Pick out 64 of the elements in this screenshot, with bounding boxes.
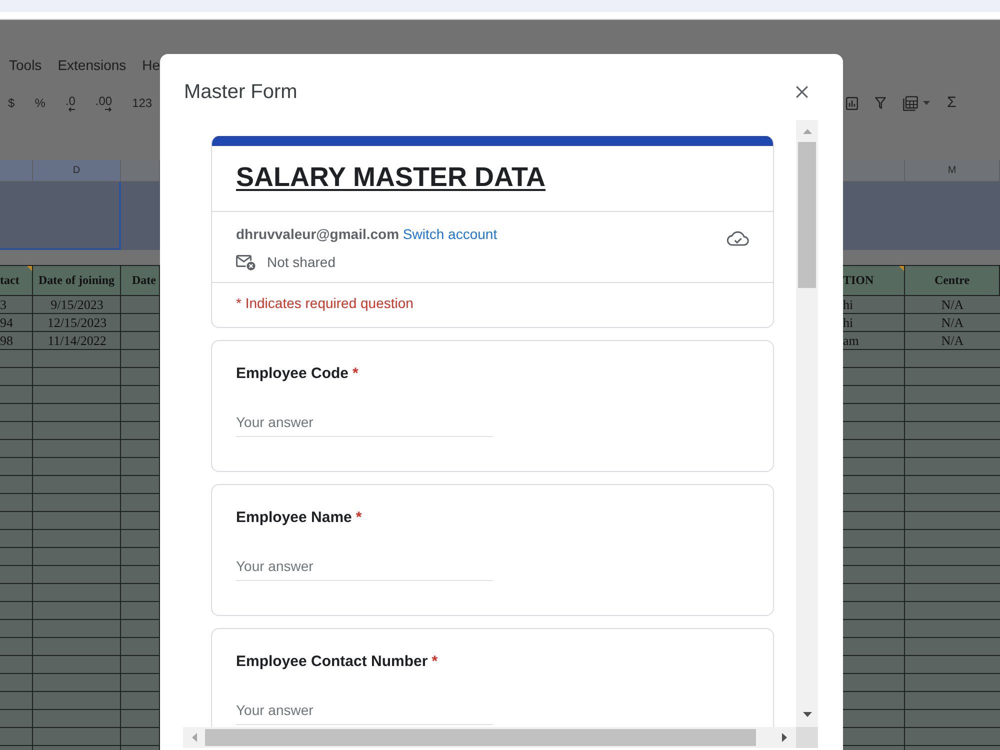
table-cell-text: N/A <box>940 314 965 332</box>
sharing-status: Not shared <box>267 254 336 270</box>
scroll-right-icon[interactable] <box>782 733 787 742</box>
answer-field[interactable]: Your answer <box>236 695 493 725</box>
dialog-title: Master Form <box>184 80 298 104</box>
bar-chart-icon <box>846 96 858 110</box>
insert-chart-button[interactable] <box>846 96 858 110</box>
column-title: Date <box>132 273 156 288</box>
table-cell-text: N/A <box>940 296 965 314</box>
table-cell-text: hi <box>843 314 854 332</box>
menu-item[interactable]: Extensions <box>58 56 126 74</box>
arrow-left-icon <box>68 107 76 112</box>
answer-field[interactable]: Your answer <box>236 551 493 581</box>
column-title: TION <box>843 273 874 288</box>
column-title: tact <box>0 273 20 288</box>
scrollbar-thumb[interactable] <box>798 142 816 288</box>
table-cell-text: 12/15/2023 <box>46 314 108 332</box>
table-cell-text: N/A <box>940 332 965 350</box>
switch-account-link[interactable]: Switch account <box>402 226 498 242</box>
table-icon <box>903 96 918 110</box>
column-title: Date of joining <box>38 273 114 288</box>
horizontal-scrollbar[interactable] <box>183 727 796 748</box>
column-header[interactable]: D <box>33 160 121 181</box>
toolbar-button[interactable]: % <box>34 96 46 110</box>
menu-item[interactable]: Tools <box>9 56 42 74</box>
menu-item[interactable]: He <box>142 56 160 74</box>
vertical-scrollbar[interactable] <box>796 120 818 727</box>
arrow-right-icon <box>105 107 112 112</box>
table-cell-text: 3 <box>0 296 8 314</box>
table-menu-button[interactable] <box>903 96 930 110</box>
table-cell-text: am <box>843 332 860 350</box>
column-title: Centre <box>934 273 970 288</box>
table-cell-text: 98 <box>0 332 14 350</box>
toolbar-button[interactable]: Σ <box>947 96 956 110</box>
required-note: * Indicates required question <box>236 295 414 311</box>
close-icon <box>796 86 808 98</box>
column-header[interactable] <box>0 160 33 181</box>
increase-decimal-button[interactable]: .00 <box>95 94 112 112</box>
decrease-decimal-button[interactable]: .0 <box>65 94 76 112</box>
question-label: Employee Code <box>236 365 349 382</box>
scrollbar-thumb[interactable] <box>205 729 756 746</box>
cloud-check-icon <box>727 230 749 246</box>
question-label: Employee Name <box>236 509 352 526</box>
caret-icon <box>923 101 930 105</box>
table-cell-text: 94 <box>0 314 14 332</box>
toolbar-button[interactable]: 123 <box>132 96 152 110</box>
toolbar-button[interactable]: $ <box>8 96 15 110</box>
scrollbar-corner <box>796 727 818 748</box>
scroll-left-icon[interactable] <box>192 733 197 742</box>
table-cell-text: hi <box>843 296 854 314</box>
required-mark: * <box>432 653 438 670</box>
answer-field[interactable]: Your answer <box>236 407 493 437</box>
scroll-up-icon[interactable] <box>802 129 812 134</box>
account-email: dhruvvaleur@gmail.com <box>236 226 400 242</box>
mail-blocked-icon <box>236 254 256 270</box>
question-label: Employee Contact Number <box>236 653 428 670</box>
required-mark: * <box>356 509 362 526</box>
filter-button[interactable] <box>875 97 886 109</box>
required-mark: * <box>352 365 358 382</box>
table-cell-text: 9/15/2023 <box>50 296 104 314</box>
form-title: SALARY MASTER DATA <box>236 162 546 192</box>
table-cell-text: 11/14/2022 <box>46 332 108 350</box>
filter-icon <box>875 97 886 109</box>
scroll-down-icon[interactable] <box>802 712 812 717</box>
